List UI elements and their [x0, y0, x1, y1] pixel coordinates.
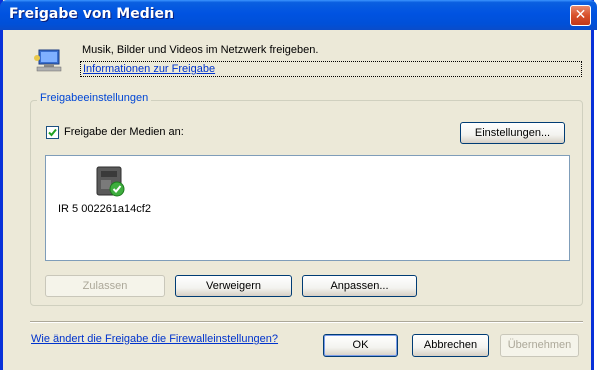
cancel-button[interactable]: Abbrechen — [412, 334, 489, 357]
checkmark-icon — [48, 128, 57, 137]
header-description: Musik, Bilder und Videos im Netzwerk fre… — [82, 44, 319, 56]
deny-button[interactable]: Verweigern — [175, 275, 292, 297]
close-button[interactable]: ✕ — [570, 5, 591, 26]
device-name: IR 5 002261a14cf2 — [58, 203, 151, 215]
allow-button[interactable]: Zulassen — [45, 275, 165, 297]
firewall-info-link[interactable]: Wie ändert die Freigabe die Firewalleins… — [31, 333, 278, 345]
apply-button[interactable]: Übernehmen — [500, 334, 579, 357]
footer-separator — [30, 321, 583, 323]
close-icon: ✕ — [574, 7, 587, 23]
share-media-label: Freigabe der Medien an: — [64, 126, 184, 138]
media-share-icon — [34, 49, 62, 72]
share-media-checkbox[interactable] — [46, 126, 59, 139]
title-bar[interactable]: Freigabe von Medien ✕ — [0, 0, 597, 30]
ok-button[interactable]: OK — [323, 334, 398, 357]
window-title: Freigabe von Medien — [9, 6, 175, 22]
customize-button[interactable]: Anpassen... — [302, 275, 417, 297]
media-device-icon — [96, 166, 125, 197]
device-list[interactable]: IR 5 002261a14cf2 — [45, 155, 570, 261]
bottom-strip — [0, 370, 608, 377]
settings-group-legend: Freigabeeinstellungen — [37, 92, 152, 104]
info-link[interactable]: Informationen zur Freigabe — [80, 61, 582, 77]
settings-button[interactable]: Einstellungen... — [460, 122, 565, 144]
